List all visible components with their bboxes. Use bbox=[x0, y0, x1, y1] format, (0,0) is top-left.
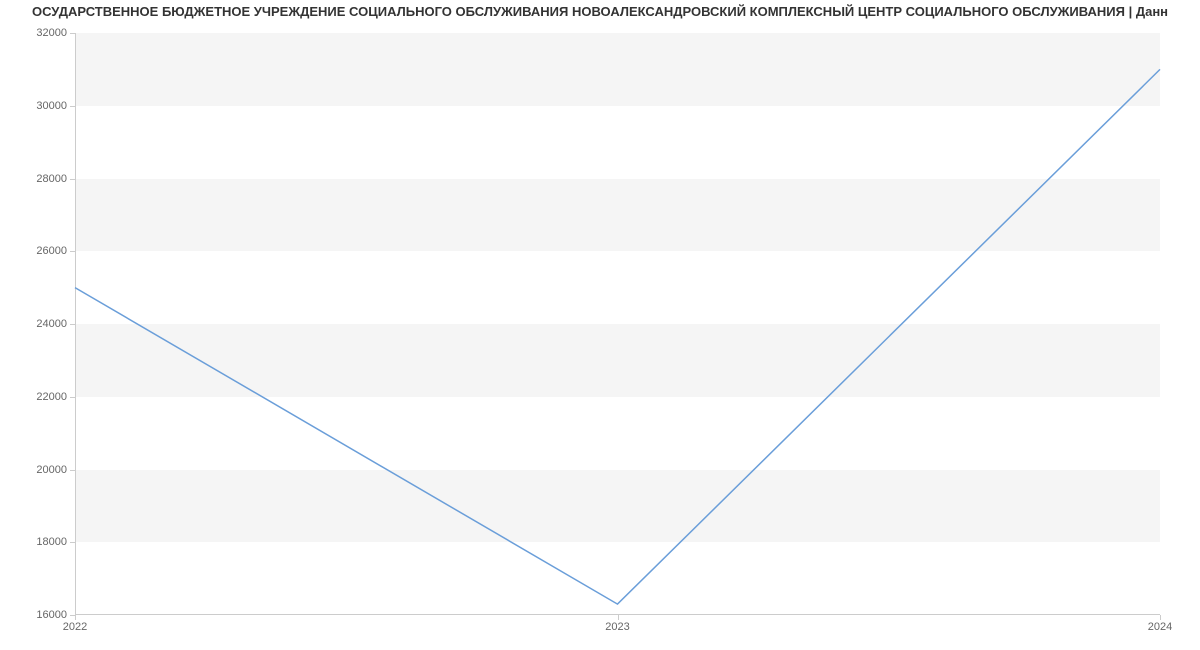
y-tick-label: 24000 bbox=[36, 318, 67, 330]
y-tick-label: 16000 bbox=[36, 609, 67, 621]
x-tick-label: 2023 bbox=[605, 621, 629, 633]
y-tick-mark bbox=[70, 179, 75, 180]
y-tick-mark bbox=[70, 397, 75, 398]
y-tick-label: 26000 bbox=[36, 245, 67, 257]
x-tick-mark bbox=[1160, 615, 1161, 620]
chart-title: ОСУДАРСТВЕННОЕ БЮДЖЕТНОЕ УЧРЕЖДЕНИЕ СОЦИ… bbox=[0, 4, 1200, 19]
y-tick-mark bbox=[70, 33, 75, 34]
x-tick-mark bbox=[618, 615, 619, 620]
y-tick-label: 30000 bbox=[36, 100, 67, 112]
chart-container: ОСУДАРСТВЕННОЕ БЮДЖЕТНОЕ УЧРЕЖДЕНИЕ СОЦИ… bbox=[0, 0, 1200, 650]
y-tick-label: 28000 bbox=[36, 173, 67, 185]
x-tick-label: 2022 bbox=[63, 621, 87, 633]
x-tick-mark bbox=[75, 615, 76, 620]
data-series-line bbox=[75, 69, 1160, 604]
y-tick-label: 20000 bbox=[36, 464, 67, 476]
y-tick-mark bbox=[70, 106, 75, 107]
x-tick-label: 2024 bbox=[1148, 621, 1172, 633]
y-tick-label: 18000 bbox=[36, 536, 67, 548]
y-tick-mark bbox=[70, 542, 75, 543]
plot-area: 1600018000200002200024000260002800030000… bbox=[75, 33, 1160, 615]
y-tick-mark bbox=[70, 251, 75, 252]
line-plot bbox=[75, 33, 1160, 615]
y-tick-label: 22000 bbox=[36, 391, 67, 403]
y-tick-label: 32000 bbox=[36, 27, 67, 39]
y-tick-mark bbox=[70, 470, 75, 471]
y-tick-mark bbox=[70, 324, 75, 325]
